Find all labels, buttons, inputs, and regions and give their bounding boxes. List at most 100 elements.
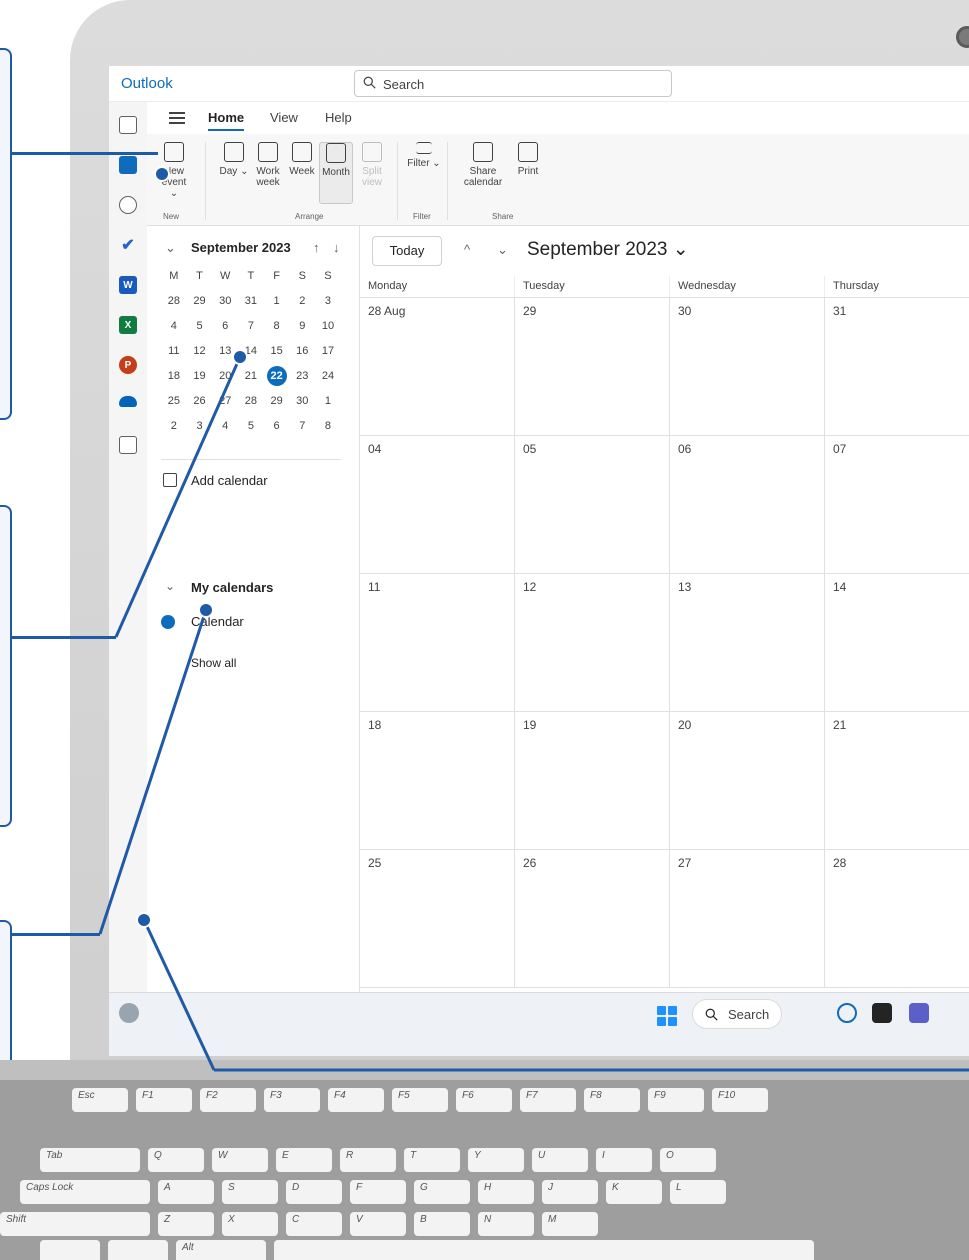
- task-view-icon[interactable]: [872, 1003, 892, 1023]
- today-button[interactable]: Today: [372, 236, 442, 266]
- day-cell[interactable]: 07: [825, 436, 969, 573]
- mini-day[interactable]: 31: [238, 291, 264, 316]
- powerpoint-icon[interactable]: P: [119, 356, 137, 374]
- mini-day[interactable]: 4: [161, 316, 187, 341]
- mini-day[interactable]: 30: [212, 291, 238, 316]
- mini-day[interactable]: 9: [289, 316, 315, 341]
- day-cell[interactable]: 19: [515, 712, 670, 849]
- day-cell[interactable]: 04: [360, 436, 515, 573]
- mini-day[interactable]: 8: [264, 316, 290, 341]
- mini-day[interactable]: 30: [289, 391, 315, 416]
- next-month-arrow-icon[interactable]: ↓: [333, 240, 340, 255]
- mini-day[interactable]: 4: [212, 416, 238, 441]
- mini-day[interactable]: 11: [161, 341, 187, 366]
- day-cell[interactable]: 05: [515, 436, 670, 573]
- month-title[interactable]: September 2023 ⌄: [527, 238, 689, 261]
- more-apps-icon[interactable]: [119, 436, 137, 454]
- mini-day[interactable]: 7: [289, 416, 315, 441]
- search-input[interactable]: Search: [354, 70, 672, 97]
- mini-day[interactable]: 26: [187, 391, 213, 416]
- prev-month-arrow-icon[interactable]: ↑: [313, 240, 320, 255]
- collapse-chevron-icon[interactable]: ⌄: [165, 240, 176, 256]
- mini-day[interactable]: 8: [315, 416, 341, 441]
- bing-icon[interactable]: [837, 1003, 857, 1023]
- my-calendars-group[interactable]: ⌄ My calendars: [147, 578, 359, 600]
- mini-day[interactable]: 15: [264, 341, 290, 366]
- filter-button[interactable]: Filter ⌄: [407, 142, 441, 212]
- day-cell[interactable]: 11: [360, 574, 515, 711]
- widgets-icon[interactable]: [119, 1003, 139, 1023]
- mini-day[interactable]: 24: [315, 366, 341, 391]
- tab-help[interactable]: Help: [325, 110, 352, 125]
- add-calendar-link[interactable]: Add calendar: [147, 471, 359, 495]
- mini-day[interactable]: 17: [315, 341, 341, 366]
- day-cell[interactable]: 27: [670, 850, 825, 987]
- mini-day[interactable]: 25: [161, 391, 187, 416]
- day-cell[interactable]: 14: [825, 574, 969, 711]
- mini-day[interactable]: 29: [264, 391, 290, 416]
- day-cell[interactable]: 20: [670, 712, 825, 849]
- key: M: [542, 1212, 598, 1236]
- mini-day[interactable]: 27: [212, 391, 238, 416]
- mini-day[interactable]: 18: [161, 366, 187, 391]
- mini-day[interactable]: 20: [212, 366, 238, 391]
- mini-day[interactable]: 16: [289, 341, 315, 366]
- day-cell[interactable]: 13: [670, 574, 825, 711]
- mini-day[interactable]: 28: [161, 291, 187, 316]
- mini-day[interactable]: 28: [238, 391, 264, 416]
- mini-day[interactable]: 29: [187, 291, 213, 316]
- mini-day-today[interactable]: 22: [266, 366, 287, 386]
- split-view-button[interactable]: Split view: [355, 142, 389, 212]
- day-cell[interactable]: 28: [825, 850, 969, 987]
- day-view-button[interactable]: Day ⌄: [217, 142, 251, 212]
- mini-day[interactable]: 7: [238, 316, 264, 341]
- day-cell[interactable]: 25: [360, 850, 515, 987]
- windows-start-icon[interactable]: [657, 1006, 677, 1026]
- mini-day[interactable]: 23: [289, 366, 315, 391]
- day-cell[interactable]: 28 Aug: [360, 298, 515, 435]
- day-cell[interactable]: 26: [515, 850, 670, 987]
- hamburger-menu-icon[interactable]: [169, 112, 185, 124]
- next-arrow-icon[interactable]: ⌄: [497, 242, 508, 258]
- calendar-icon[interactable]: [119, 156, 137, 174]
- teams-chat-icon[interactable]: [909, 1003, 929, 1023]
- mail-icon[interactable]: [119, 116, 137, 134]
- people-icon[interactable]: [119, 196, 137, 214]
- tab-home[interactable]: Home: [208, 110, 245, 131]
- mini-day[interactable]: 19: [187, 366, 213, 391]
- excel-icon[interactable]: X: [119, 316, 137, 334]
- taskbar-search[interactable]: Search: [692, 999, 782, 1029]
- onedrive-icon[interactable]: [119, 396, 137, 407]
- word-icon[interactable]: W: [119, 276, 137, 294]
- week-view-button[interactable]: Week: [285, 142, 319, 212]
- share-calendar-button[interactable]: Share calendar: [461, 142, 505, 212]
- mini-day[interactable]: 12: [187, 341, 213, 366]
- mini-day[interactable]: 3: [315, 291, 341, 316]
- day-cell[interactable]: 21: [825, 712, 969, 849]
- mini-day[interactable]: 3: [187, 416, 213, 441]
- mini-day[interactable]: 2: [289, 291, 315, 316]
- month-view-button[interactable]: Month: [319, 142, 353, 204]
- mini-day[interactable]: 1: [264, 291, 290, 316]
- calendar-item[interactable]: Calendar: [147, 612, 359, 634]
- mini-day[interactable]: 5: [187, 316, 213, 341]
- todo-icon[interactable]: ✔: [119, 236, 137, 254]
- day-cell[interactable]: 12: [515, 574, 670, 711]
- mini-day[interactable]: 21: [238, 366, 264, 391]
- day-cell[interactable]: 30: [670, 298, 825, 435]
- mini-day[interactable]: 10: [315, 316, 341, 341]
- mini-day[interactable]: 6: [212, 316, 238, 341]
- day-cell[interactable]: 31: [825, 298, 969, 435]
- show-all-link[interactable]: Show all: [191, 656, 236, 670]
- day-cell[interactable]: 29: [515, 298, 670, 435]
- mini-day[interactable]: 1: [315, 391, 341, 416]
- previous-arrow-icon[interactable]: ^: [464, 242, 470, 257]
- print-button[interactable]: Print: [511, 142, 545, 212]
- mini-day[interactable]: 5: [238, 416, 264, 441]
- day-cell[interactable]: 06: [670, 436, 825, 573]
- work-week-button[interactable]: Work week: [251, 142, 285, 212]
- mini-day[interactable]: 2: [161, 416, 187, 441]
- mini-day[interactable]: 6: [264, 416, 290, 441]
- day-cell[interactable]: 18: [360, 712, 515, 849]
- tab-view[interactable]: View: [270, 110, 298, 125]
